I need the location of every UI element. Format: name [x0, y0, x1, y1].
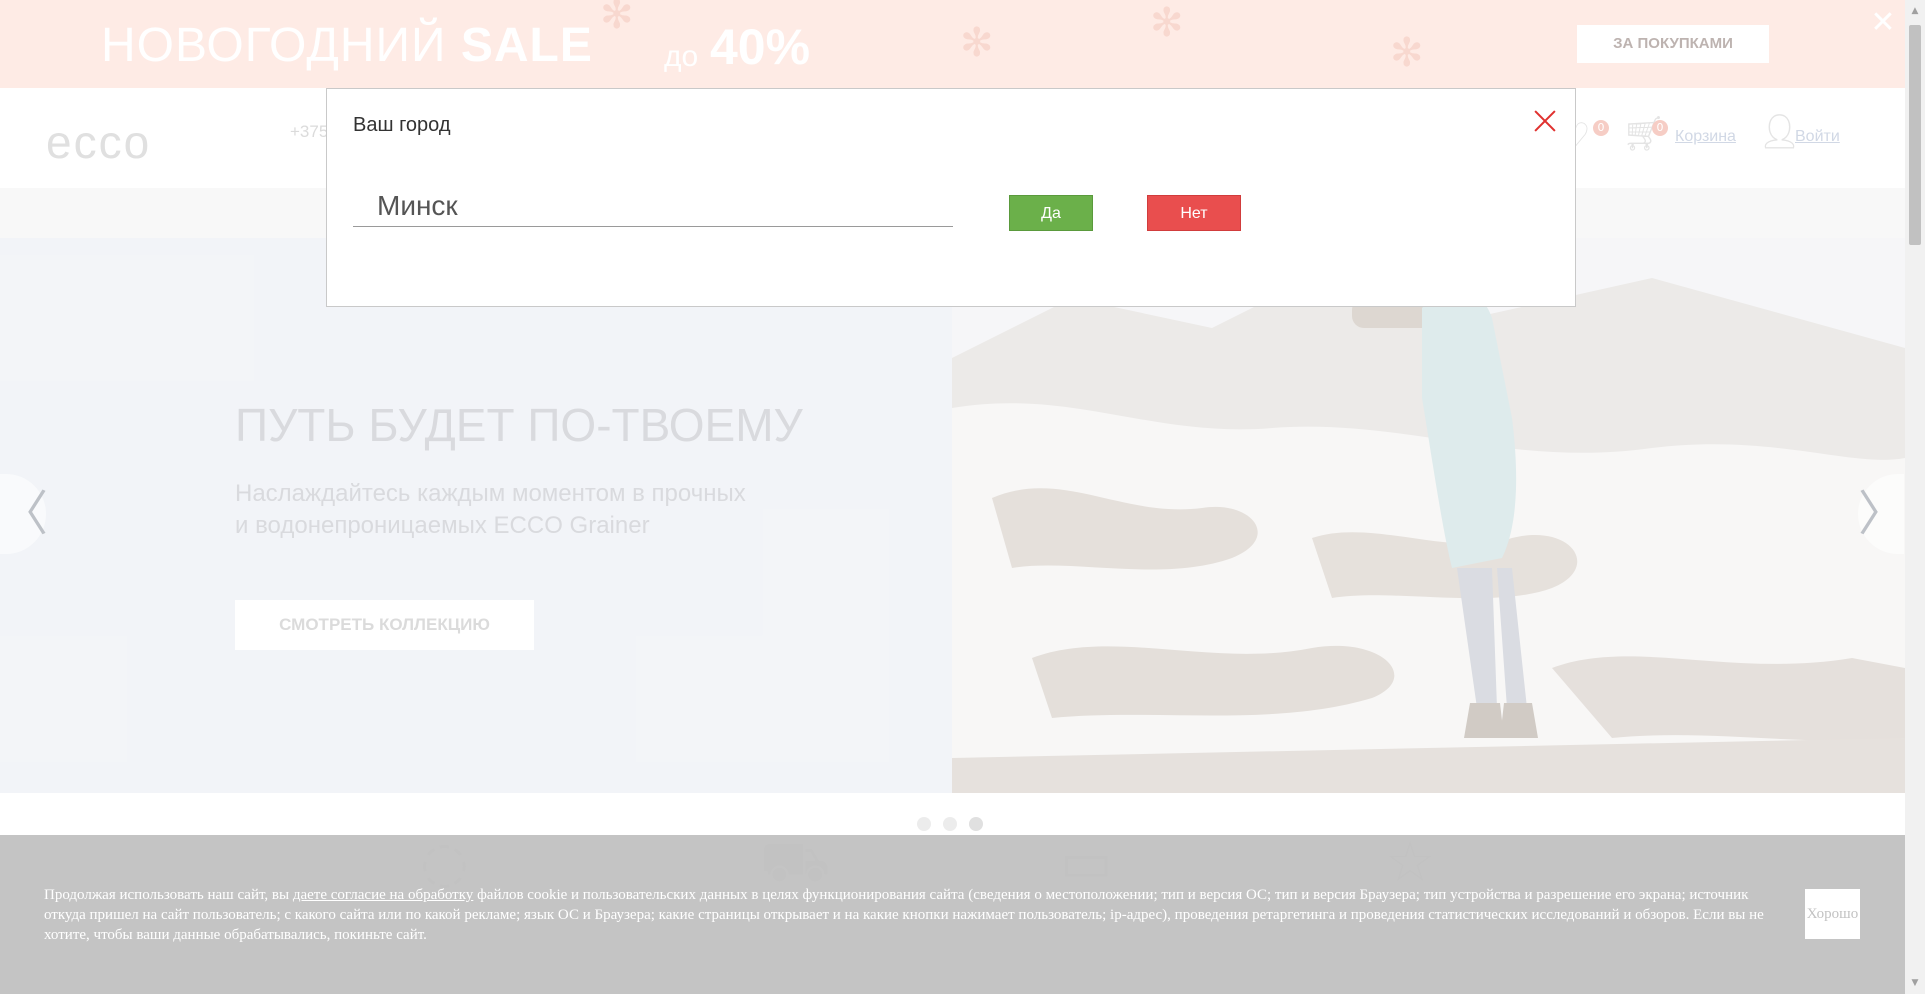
modal-title: Ваш город — [353, 114, 451, 136]
city-modal: Ваш город Да Нет — [326, 88, 1576, 307]
cookie-accept-button[interactable]: Хорошо — [1805, 889, 1860, 939]
scroll-thumb[interactable] — [1909, 25, 1921, 245]
cookie-bar: Продолжая использовать наш сайт, вы дает… — [0, 835, 1905, 994]
confirm-city-button[interactable]: Да — [1009, 195, 1093, 231]
scroll-down-icon[interactable]: ▼ — [1909, 976, 1921, 990]
cookie-consent-link[interactable]: даете согласие на обработку — [293, 887, 473, 903]
city-input[interactable] — [353, 185, 953, 227]
reject-city-button[interactable]: Нет — [1147, 195, 1241, 231]
modal-close-icon[interactable] — [1531, 107, 1559, 135]
cookie-text: Продолжая использовать наш сайт, вы дает… — [44, 885, 1764, 945]
page: ✻ ✻ ✻ ✻ НОВОГОДНИЙ SALE до 40% ЗА ПОКУПК… — [0, 0, 1905, 994]
page-scrollbar[interactable]: ▲ ▼ — [1905, 0, 1925, 994]
cookie-text-before: Продолжая использовать наш сайт, вы — [44, 887, 293, 903]
scroll-up-icon[interactable]: ▲ — [1909, 4, 1921, 18]
